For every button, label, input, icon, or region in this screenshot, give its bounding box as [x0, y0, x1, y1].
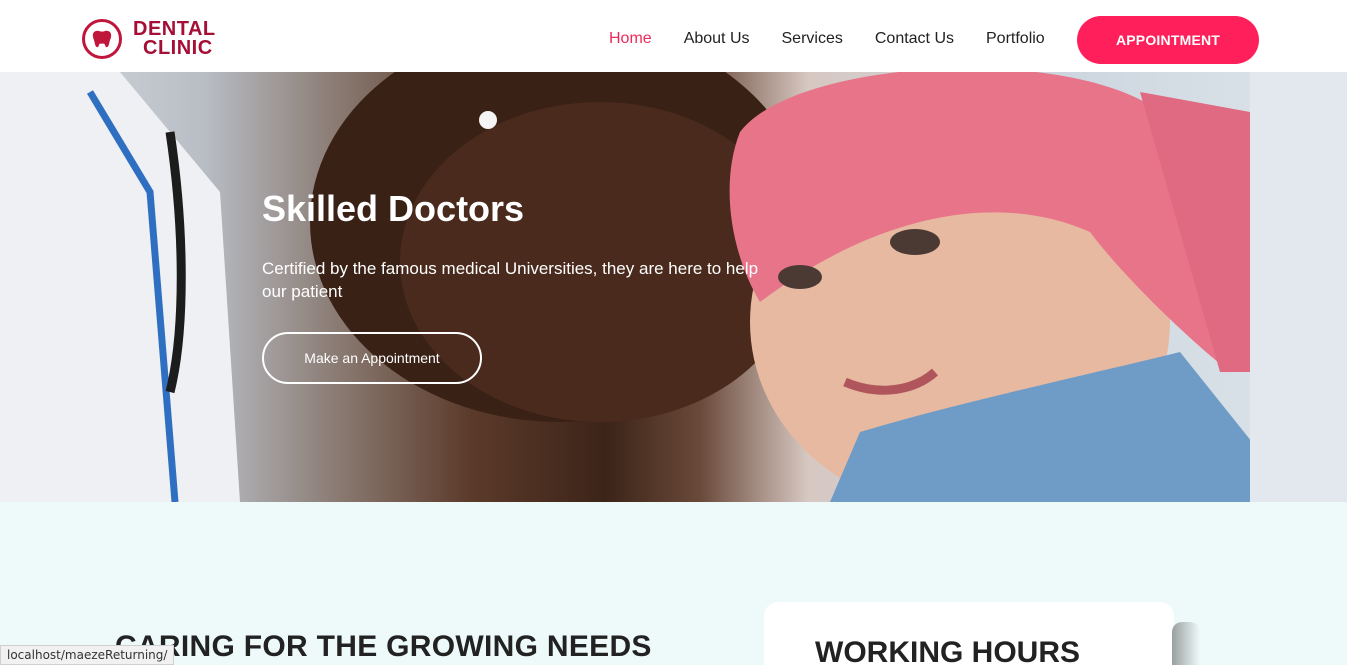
hero-title: Skilled Doctors — [262, 188, 525, 229]
nav-about-us[interactable]: About Us — [684, 30, 750, 48]
brand-line-2: CLINIC — [143, 37, 213, 59]
nav-contact-us[interactable]: Contact Us — [875, 30, 954, 48]
site-header: DENTAL CLINIC Home About Us Services Con… — [0, 0, 1347, 72]
make-appointment-button[interactable]: Make an Appointment — [262, 332, 482, 384]
tooth-icon — [82, 19, 122, 59]
clinic-logo[interactable]: DENTAL CLINIC — [82, 19, 216, 59]
status-bar-url: localhost/maezeReturning/ — [0, 645, 175, 665]
nav-home[interactable]: Home — [609, 30, 652, 48]
hero-banner: Skilled Doctors Certified by the famous … — [0, 72, 1347, 502]
intro-section: CARING FOR THE GROWING NEEDS WORKING HOU… — [0, 502, 1347, 665]
hero-subtitle: Certified by the famous medical Universi… — [262, 259, 759, 301]
nav-portfolio[interactable]: Portfolio — [986, 30, 1045, 48]
appointment-button[interactable]: APPOINTMENT — [1077, 16, 1259, 64]
decorative-shadow — [1172, 622, 1200, 665]
nav-services[interactable]: Services — [782, 30, 843, 48]
working-hours-title: WORKING HOURS — [815, 636, 1080, 665]
main-nav: Home About Us Services Contact Us Portfo… — [609, 30, 1077, 48]
section-heading: CARING FOR THE GROWING NEEDS — [115, 630, 652, 663]
brand-name: DENTAL CLINIC — [133, 19, 216, 59]
working-hours-card: WORKING HOURS — [764, 602, 1174, 665]
